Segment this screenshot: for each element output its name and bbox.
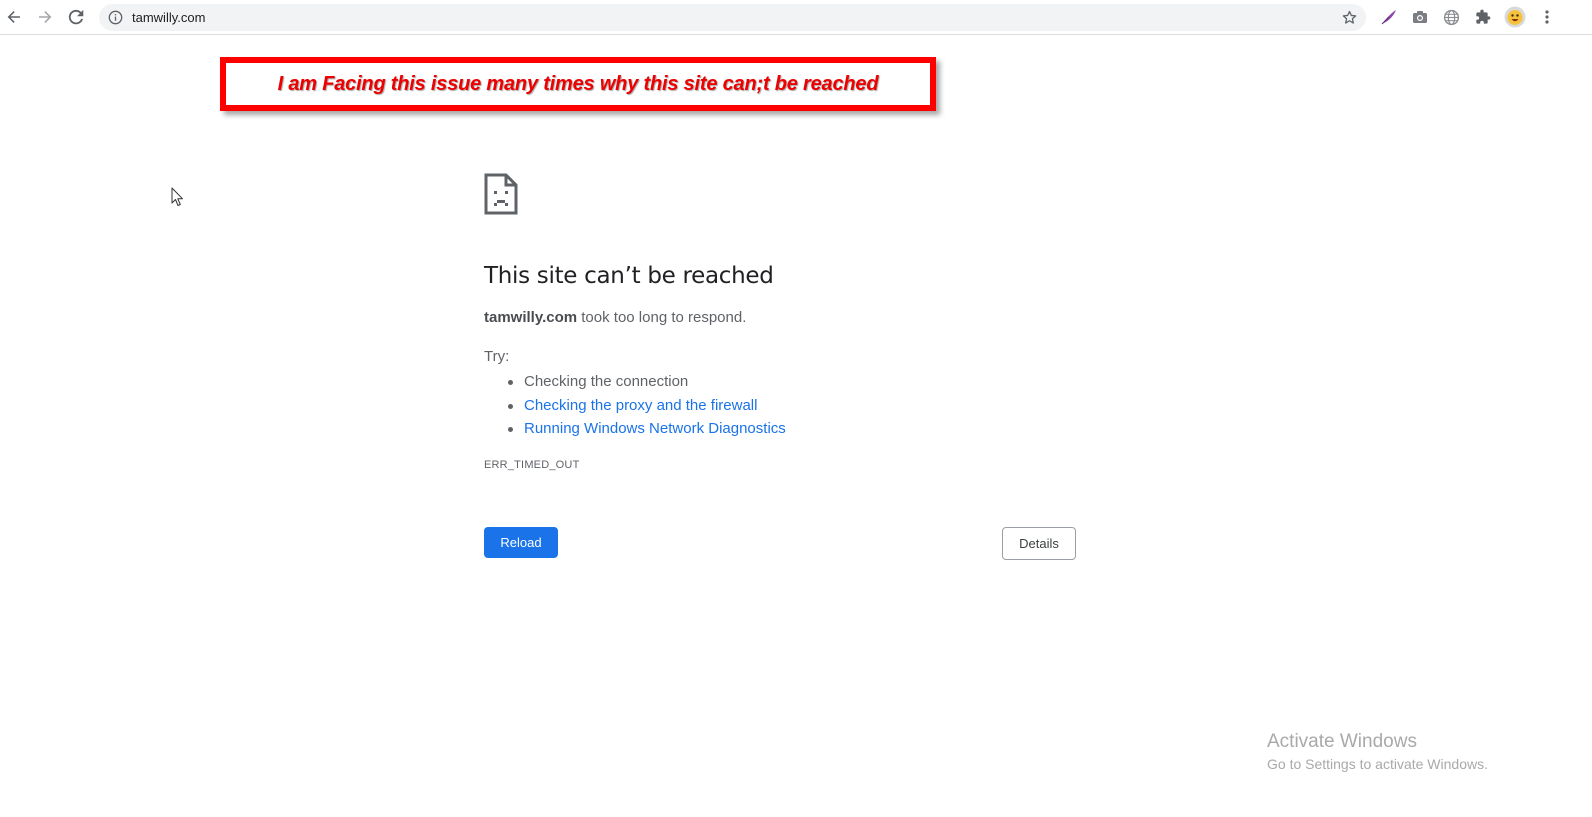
browser-menu-button[interactable] xyxy=(1536,6,1558,28)
error-code: ERR_TIMED_OUT xyxy=(484,459,580,471)
profile-avatar-button[interactable] xyxy=(1504,6,1526,28)
try-label: Try: xyxy=(484,348,510,365)
extension-globe-button[interactable] xyxy=(1440,6,1462,28)
address-bar[interactable]: tamwilly.com xyxy=(99,4,1366,31)
reload-page-button[interactable] xyxy=(64,5,88,29)
annotation-text: I am Facing this issue many times why th… xyxy=(277,72,879,95)
activate-windows-title: Activate Windows xyxy=(1267,731,1417,752)
forward-button[interactable] xyxy=(33,5,57,29)
suggestion-item-network-diagnostics[interactable]: Running Windows Network Diagnostics xyxy=(506,417,786,441)
kebab-menu-icon xyxy=(1545,10,1549,24)
error-message: tamwilly.com took too long to respond. xyxy=(484,309,746,326)
info-icon[interactable] xyxy=(108,10,123,25)
error-message-text: took too long to respond. xyxy=(577,309,747,326)
back-button[interactable] xyxy=(2,5,26,29)
url-text[interactable]: tamwilly.com xyxy=(132,10,205,25)
suggestion-list: Checking the connection Checking the pro… xyxy=(506,370,786,441)
camera-icon xyxy=(1413,11,1427,23)
activate-windows-subtitle: Go to Settings to activate Windows. xyxy=(1267,756,1488,772)
suggestion-item-proxy-firewall[interactable]: Checking the proxy and the firewall xyxy=(506,394,786,418)
error-title: This site can’t be reached xyxy=(484,263,774,289)
mouse-cursor-icon xyxy=(171,187,183,206)
reload-icon xyxy=(68,9,84,25)
extensions-button[interactable] xyxy=(1472,6,1494,28)
puzzle-icon xyxy=(1476,9,1491,24)
details-button[interactable]: Details xyxy=(1002,527,1076,560)
reload-button[interactable]: Reload xyxy=(484,527,558,558)
extension-feather-button[interactable] xyxy=(1378,6,1400,28)
annotation-box: I am Facing this issue many times why th… xyxy=(220,57,936,111)
sad-page-icon xyxy=(484,173,518,215)
avatar-icon xyxy=(1504,6,1526,28)
error-host: tamwilly.com xyxy=(484,309,578,326)
arrow-right-icon xyxy=(39,11,52,23)
browser-toolbar: tamwilly.com xyxy=(0,0,1592,35)
extension-camera-button[interactable] xyxy=(1409,6,1431,28)
network-diagnostics-link[interactable]: Running Windows Network Diagnostics xyxy=(524,420,786,437)
feather-icon xyxy=(1381,10,1396,25)
globe-icon xyxy=(1443,9,1459,25)
star-icon[interactable] xyxy=(1341,9,1358,26)
arrow-left-icon xyxy=(7,11,20,23)
proxy-firewall-link[interactable]: Checking the proxy and the firewall xyxy=(524,397,757,414)
suggestion-item-connection: Checking the connection xyxy=(506,370,786,394)
